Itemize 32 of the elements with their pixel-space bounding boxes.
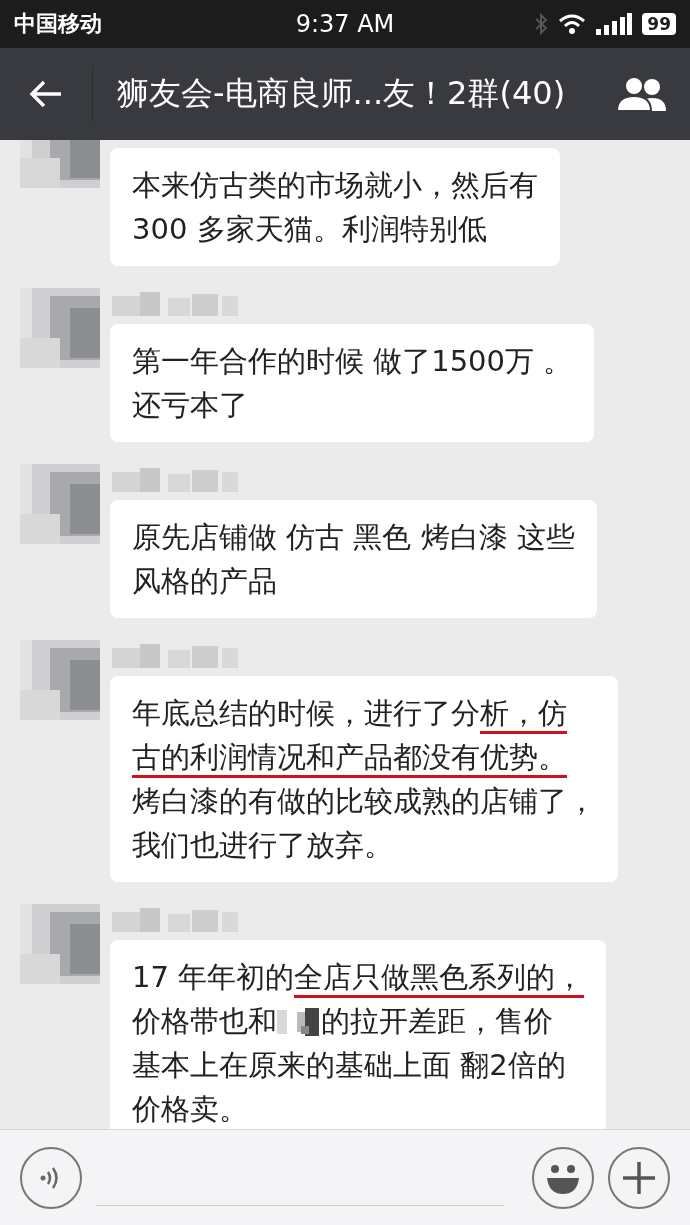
- message-text: 的拉开差距，售价: [321, 1003, 553, 1040]
- chat-title: 狮友会-电商良师...友！2群(40): [117, 73, 567, 114]
- battery-level: 99: [642, 13, 676, 35]
- message-text: 还亏本了: [132, 387, 248, 424]
- emoji-button[interactable]: [532, 1146, 594, 1209]
- bluetooth-icon: [534, 12, 549, 36]
- blurred-redaction: [277, 1006, 321, 1036]
- message-text: 300 多家天猫。利润特别低: [132, 211, 487, 248]
- clock-time: 9:37 AM: [294, 10, 396, 38]
- add-button[interactable]: [608, 1146, 670, 1209]
- message-text: 第一年合作的时候 做了1500万 。: [132, 343, 573, 380]
- avatar-icon: [20, 464, 100, 544]
- message-text: 17 年年初的全店只做黑色系列的，: [132, 955, 585, 999]
- message-text: 古的利润情况和产品都没有优势。: [132, 735, 567, 779]
- avatar-icon: [20, 640, 100, 720]
- message-text: 我们也进行了放弃。: [132, 827, 393, 864]
- voice-button[interactable]: [20, 1146, 82, 1209]
- plus-icon: [621, 1159, 657, 1196]
- wifi-icon: [558, 13, 587, 35]
- message-text: 风格的产品: [132, 563, 277, 600]
- message-text: 原先店铺做 仿古 黑色 烤白漆 这些: [132, 519, 575, 556]
- back-arrow-icon: [29, 79, 63, 109]
- avatar-icon: [20, 904, 100, 984]
- signal-icon: [596, 13, 633, 35]
- message-text: 本来仿古类的市场就小，然后有: [132, 167, 538, 204]
- message-text: 基本上在原来的基础上面 翻2倍的: [132, 1047, 566, 1084]
- message-text: 年底总结的时候，进行了分析，仿: [132, 691, 567, 735]
- message-text: 价格卖。: [132, 1091, 248, 1128]
- message-text: 烤白漆的有做的比较成熟的店铺了，: [132, 783, 596, 820]
- avatar-icon: [20, 288, 100, 368]
- message-text: 价格带也和: [132, 1003, 277, 1040]
- carrier-name: 中国移动: [14, 10, 102, 38]
